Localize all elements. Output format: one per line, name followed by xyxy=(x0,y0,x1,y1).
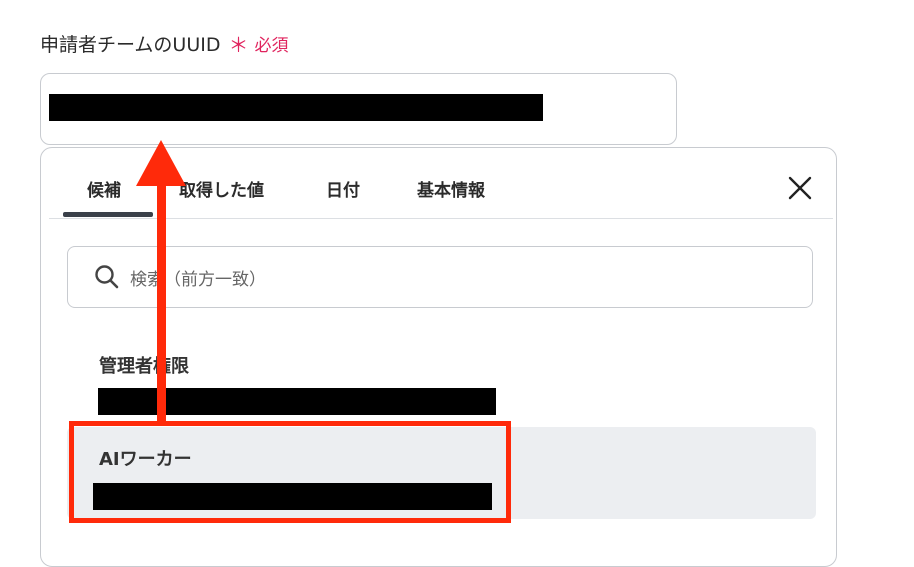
list-item-title: 管理者権限 xyxy=(99,356,189,377)
search-input[interactable]: 検索（前方一致） xyxy=(67,246,813,308)
required-star-icon: ＊ xyxy=(228,32,249,57)
tab-candidates[interactable]: 候補 xyxy=(87,176,121,201)
field-label: 申請者チームのUUID ＊ 必須 xyxy=(40,28,288,58)
tab-date[interactable]: 日付 xyxy=(326,176,360,201)
tab-divider xyxy=(49,218,833,219)
required-label: 必須 xyxy=(254,35,289,56)
tab-basic-info[interactable]: 基本情報 xyxy=(417,176,485,201)
redacted-value xyxy=(49,94,543,121)
redacted-value xyxy=(98,388,496,415)
active-tab-indicator xyxy=(63,212,153,217)
close-icon[interactable] xyxy=(787,175,813,201)
uuid-input[interactable] xyxy=(40,73,677,145)
tab-acquired-values[interactable]: 取得した値 xyxy=(179,176,264,201)
field-label-text: 申請者チームのUUID xyxy=(40,33,221,56)
highlight-annotation xyxy=(69,421,511,523)
search-icon xyxy=(95,265,119,289)
search-placeholder: 検索（前方一致） xyxy=(130,270,266,290)
